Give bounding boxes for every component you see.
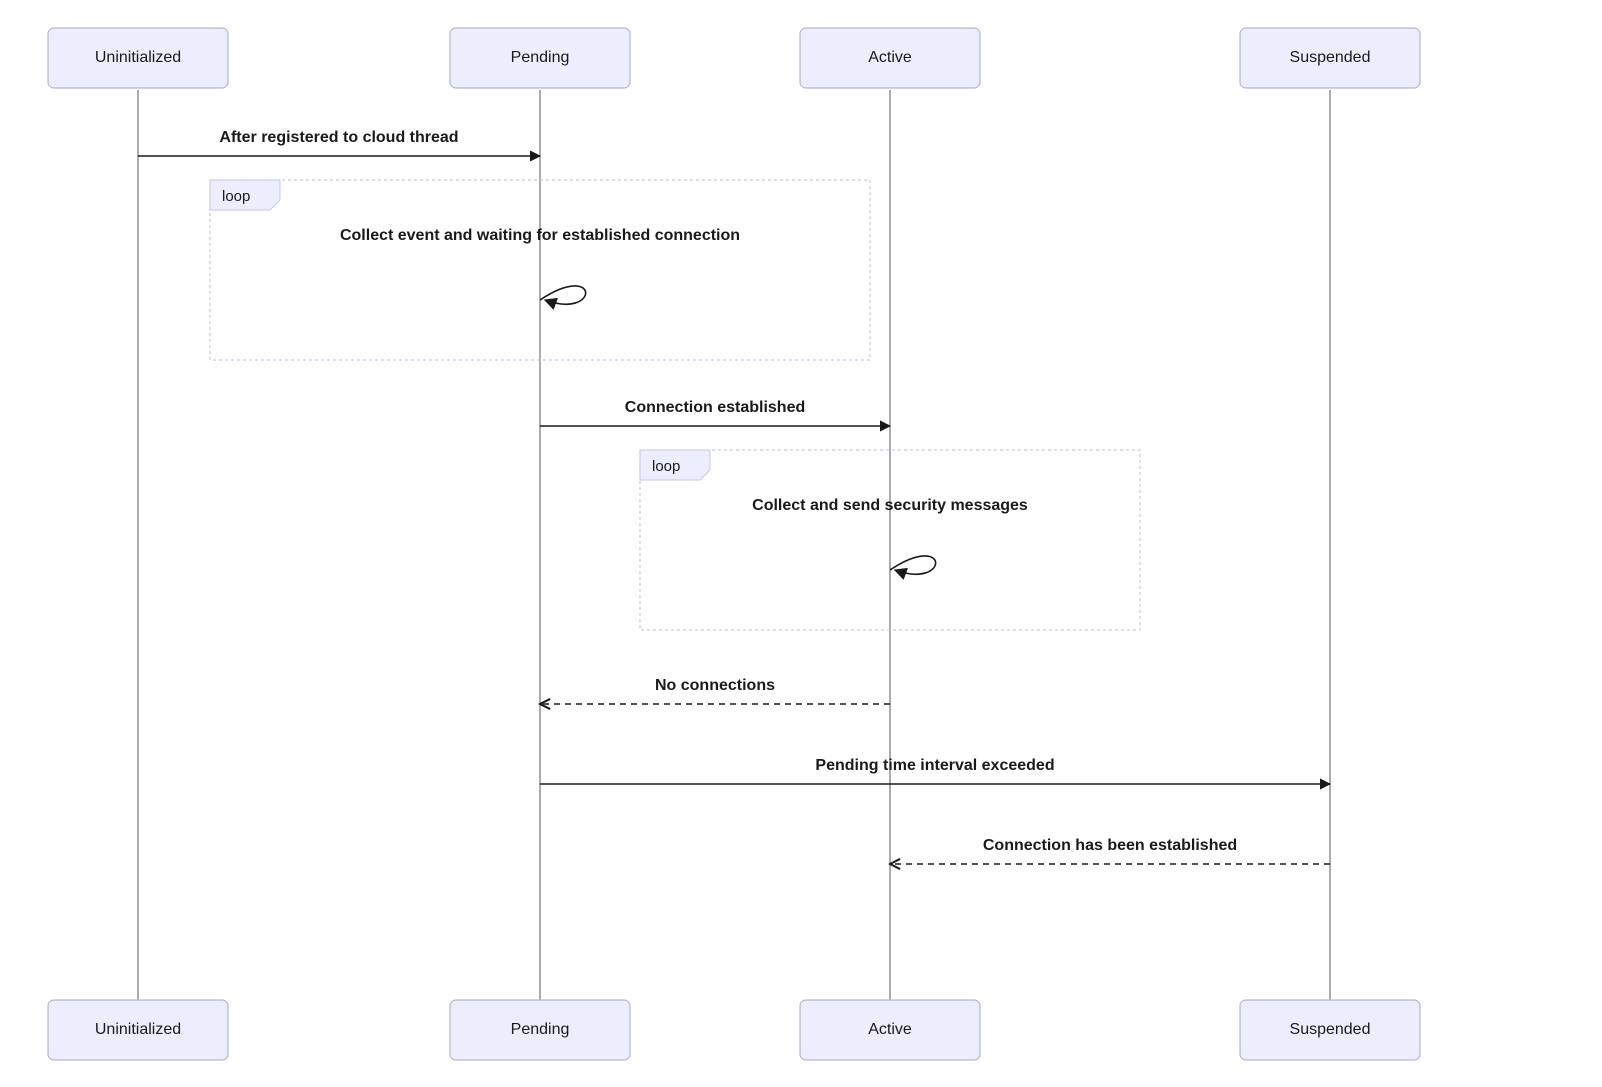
message-label: Collect event and waiting for establishe… (340, 227, 740, 244)
participant-pending-bottom: Pending (450, 1000, 630, 1060)
message-label: Collect and send security messages (752, 497, 1028, 514)
self-loop-icon (890, 556, 936, 574)
participant-label: Uninitialized (95, 49, 181, 66)
participant-active-bottom: Active (800, 1000, 980, 1060)
loop-tag-label: loop (652, 458, 680, 475)
participant-label: Uninitialized (95, 1021, 181, 1038)
message-label: Connection has been established (983, 837, 1237, 854)
participant-label: Pending (511, 1021, 570, 1038)
message-label: After registered to cloud thread (219, 129, 458, 146)
participant-label: Suspended (1290, 49, 1371, 66)
participant-label: Suspended (1290, 1021, 1371, 1038)
participant-suspended-top: Suspended (1240, 28, 1420, 88)
message-label: No connections (655, 677, 775, 694)
sequence-diagram: Uninitialized Pending Active Suspended A… (0, 0, 1602, 1087)
participant-pending-top: Pending (450, 28, 630, 88)
message-label: Connection established (625, 399, 805, 416)
participant-uninitialized-bottom: Uninitialized (48, 1000, 228, 1060)
participant-active-top: Active (800, 28, 980, 88)
message-label: Pending time interval exceeded (815, 757, 1054, 774)
loop-tag-label: loop (222, 188, 250, 205)
participant-label: Active (868, 49, 912, 66)
participant-suspended-bottom: Suspended (1240, 1000, 1420, 1060)
participant-label: Pending (511, 49, 570, 66)
self-loop-icon (540, 286, 586, 304)
participant-uninitialized-top: Uninitialized (48, 28, 228, 88)
participant-label: Active (868, 1021, 912, 1038)
